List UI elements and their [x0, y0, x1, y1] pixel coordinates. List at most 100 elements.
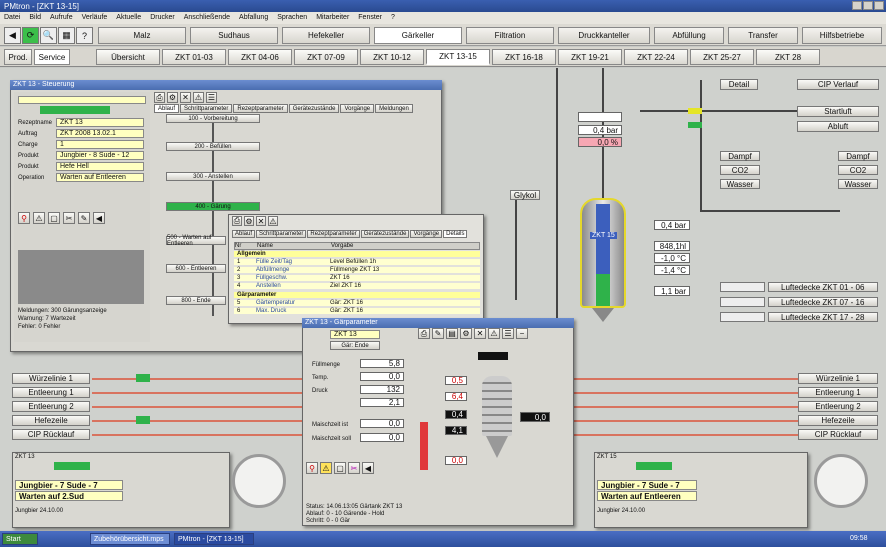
print-icon[interactable]: ▦ [58, 27, 75, 44]
home-icon[interactable]: ⟳ [22, 27, 39, 44]
chart-icon[interactable]: ▤ [446, 328, 458, 339]
step-300[interactable]: 300 - Anstellen [166, 172, 260, 181]
line-button-wuerzelinie[interactable]: Würzelinie 1 [12, 373, 90, 384]
warning-icon[interactable]: ⚠ [268, 216, 278, 226]
line-button-hefezeile-right[interactable]: Hefezeile [798, 415, 878, 426]
edit-icon[interactable]: ✎ [78, 212, 90, 224]
back-icon[interactable]: ◀ [4, 27, 21, 44]
luftedecke-button-3[interactable]: Luftedecke ZKT 17 - 28 [768, 312, 878, 322]
cut-icon[interactable]: ✂ [63, 212, 75, 224]
print-icon[interactable]: ⎙ [232, 216, 242, 226]
media-button-dampf-right[interactable]: Dampf [838, 151, 878, 161]
tab-zkt-28[interactable]: ZKT 28 [756, 49, 820, 65]
menu-item[interactable]: Drucker [150, 14, 175, 22]
tab-vorgaenge[interactable]: Vorgänge [340, 104, 375, 113]
step-500[interactable]: 500 - Warten auf Entleeren [166, 235, 226, 247]
line-button-entleerung-2-right[interactable]: Entleerung 2 [798, 401, 878, 412]
tab-ablauf[interactable]: Ablauf [154, 104, 180, 113]
menu-item[interactable]: Fenster [358, 14, 382, 22]
param-value[interactable]: 132 [360, 385, 404, 394]
area-button-gaerkeller[interactable]: Gärkeller [374, 27, 462, 44]
param-value[interactable]: 2,1 [360, 398, 404, 407]
area-button-hilfsbetriebe[interactable]: Hilfsbetriebe [802, 27, 882, 44]
param-value[interactable]: 5,8 [360, 359, 404, 368]
tab-meldungen[interactable]: Meldungen [375, 104, 413, 113]
line-button-hefezeile[interactable]: Hefezeile [12, 415, 90, 426]
area-button-malz[interactable]: Malz [98, 27, 186, 44]
area-button-sudhaus[interactable]: Sudhaus [190, 27, 278, 44]
tab-zkt-04-06[interactable]: ZKT 04-06 [228, 49, 292, 65]
param-value[interactable]: 0,0 [360, 419, 404, 428]
media-button-co2-right[interactable]: CO2 [838, 165, 878, 175]
menu-item[interactable]: Datei [4, 14, 20, 22]
settings-icon[interactable]: ⚙ [460, 328, 472, 339]
table-row[interactable]: 2 Abfüllmenge Füllmenge ZKT 13 [234, 267, 480, 273]
prev-icon[interactable]: ◀ [362, 462, 374, 474]
tab-zkt-16-18[interactable]: ZKT 16-18 [492, 49, 556, 65]
tab-prod[interactable]: Prod. [4, 49, 32, 65]
minus-icon[interactable]: − [516, 328, 528, 339]
sub-head[interactable]: Gär: Ende [330, 341, 380, 350]
tab-zkt-13-15[interactable]: ZKT 13-15 [426, 49, 490, 65]
table-row[interactable]: 4 Anstellen Ziel ZKT 16 [234, 283, 480, 289]
media-button-wasser-right[interactable]: Wasser [838, 179, 878, 189]
tools-icon[interactable]: ✕ [474, 328, 486, 339]
maximize-button[interactable] [863, 1, 873, 10]
warning-icon[interactable]: ⚠ [193, 92, 204, 103]
menu-item[interactable]: ? [391, 14, 395, 22]
menu-item[interactable]: Sprachen [277, 14, 307, 22]
table-row[interactable]: 6 Max. Druck Gär: ZKT 16 [234, 308, 480, 314]
search-icon[interactable]: ⚲ [306, 462, 318, 474]
area-button-hefekeller[interactable]: Hefekeller [282, 27, 370, 44]
menu-item[interactable]: Bild [29, 14, 41, 22]
edit-icon[interactable]: ✎ [432, 328, 444, 339]
step-600[interactable]: 600 - Entleeren [166, 264, 226, 273]
area-button-filtration[interactable]: Filtration [466, 27, 554, 44]
list-icon[interactable]: ☰ [502, 328, 514, 339]
tab-schrittparameter[interactable]: Schrittparameter [256, 230, 307, 238]
media-button-wasser[interactable]: Wasser [720, 179, 760, 189]
step-800[interactable]: 800 - Ende [166, 296, 226, 305]
prev-icon[interactable]: ◀ [93, 212, 105, 224]
detail-button[interactable]: Detail [720, 79, 758, 90]
print-icon[interactable]: ⎙ [418, 328, 430, 339]
search-icon[interactable]: 🔍 [40, 27, 57, 44]
operation-select[interactable]: Warten auf Entleeren [56, 173, 144, 182]
tab-rezeptparameter[interactable]: Rezeptparameter [233, 104, 288, 113]
line-button-entleerung-1[interactable]: Entleerung 1 [12, 387, 90, 398]
menu-item[interactable]: Aufrufe [50, 14, 73, 22]
warning-icon[interactable]: ⚠ [320, 462, 332, 474]
taskbar-item[interactable]: PMtron - [ZKT 13-15] [174, 533, 254, 545]
table-row[interactable]: 3 Füllgeschw. ZKT 16 [234, 275, 480, 281]
minimize-button[interactable] [852, 1, 862, 10]
abluft-button[interactable]: Abluft [797, 121, 879, 132]
search-icon[interactable]: ⚲ [18, 212, 30, 224]
tab-details[interactable]: Details [443, 230, 468, 238]
tab-schrittparameter[interactable]: Schrittparameter [180, 104, 233, 113]
tab-zkt-10-12[interactable]: ZKT 10-12 [360, 49, 424, 65]
step-200[interactable]: 200 - Befüllen [166, 142, 260, 151]
step-100[interactable]: 100 - Vorbereitung [166, 114, 260, 123]
tab-zkt-07-09[interactable]: ZKT 07-09 [294, 49, 358, 65]
tab-zkt-01-03[interactable]: ZKT 01-03 [162, 49, 226, 65]
glykol-label[interactable]: Glykol [510, 190, 540, 200]
print-icon[interactable]: ⎙ [154, 92, 165, 103]
media-button-dampf[interactable]: Dampf [720, 151, 760, 161]
tab-geraetezustaende[interactable]: Gerätezustände [288, 104, 340, 113]
param-value[interactable]: 0,0 [360, 372, 404, 381]
area-button-transfer[interactable]: Transfer [728, 27, 798, 44]
tab-zkt-22-24[interactable]: ZKT 22-24 [624, 49, 688, 65]
line-button-wuerzelinie-right[interactable]: Würzelinie 1 [798, 373, 878, 384]
line-button-cip-ruecklauf-right[interactable]: CIP Rücklauf [798, 429, 878, 440]
list-icon[interactable]: ☰ [206, 92, 217, 103]
line-button-cip-ruecklauf[interactable]: CIP Rücklauf [12, 429, 90, 440]
luftedecke-button-1[interactable]: Luftedecke ZKT 01 - 06 [768, 282, 878, 292]
copy-icon[interactable]: ▢ [48, 212, 60, 224]
line-button-entleerung-2[interactable]: Entleerung 2 [12, 401, 90, 412]
cut-icon[interactable]: ✂ [348, 462, 360, 474]
area-button-druckkanteller[interactable]: Druckkanteller [558, 27, 650, 44]
line-button-entleerung-1-right[interactable]: Entleerung 1 [798, 387, 878, 398]
tab-vorgaenge[interactable]: Vorgänge [410, 230, 443, 238]
copy-icon[interactable]: ▢ [334, 462, 346, 474]
media-button-co2[interactable]: CO2 [720, 165, 760, 175]
